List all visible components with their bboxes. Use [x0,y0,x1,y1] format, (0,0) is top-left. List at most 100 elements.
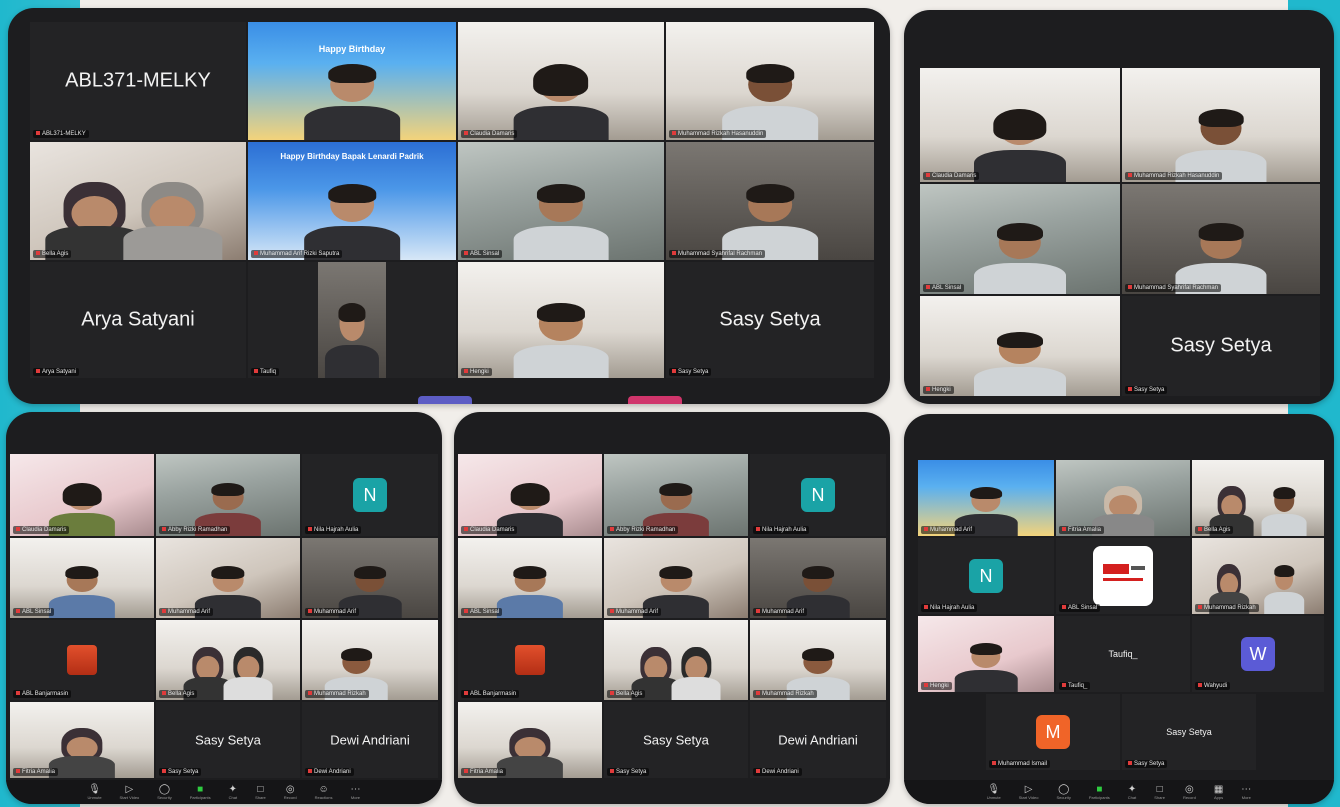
participant-tile[interactable]: N Nila Hajrah Aulia [302,454,438,536]
security-button[interactable]: ◯ Security [1056,784,1070,801]
participant-tile[interactable]: Hengki [918,616,1054,692]
participant-tile[interactable]: Sasy Setya Sasy Setya [1122,296,1320,396]
apps-button[interactable]: ▦ Apps [1214,784,1223,801]
participant-tile[interactable]: Abby Rizki Ramadhan [604,454,748,536]
participants-button[interactable]: ■ Participants [190,784,211,801]
reactions-button[interactable]: ☺ Reactions [315,784,333,801]
participant-tile[interactable]: Muhammad Rizkah [1192,538,1324,614]
participant-tile[interactable]: Claudia Damaris [920,68,1120,182]
participants-button[interactable]: ■ Participants [1089,784,1110,801]
participant-label: Muhammad Arif [305,608,360,616]
participant-tile[interactable]: Sasy Setya Sasy Setya [1122,694,1256,770]
meeting-toolbar: 🎙 Unmute ▷ Start Video ◯ Security ■ Particip… [904,780,1334,804]
participant-name: Sasy Setya [1170,334,1272,357]
participant-tile[interactable]: Muhammad Arif [604,538,748,618]
participant-tile[interactable]: N Nila Hajrah Aulia [918,538,1054,614]
chat-icon: ✦ [1127,783,1137,795]
participant-name: Arya Satyani [81,308,195,331]
participant-tile[interactable]: Dewi Andriani Dewi Andriani [302,702,438,778]
mute-button[interactable]: 🎙 Unmute [987,784,1001,801]
participant-tile[interactable]: Muhammad Rizkah [750,620,886,700]
participant-label: Muhammad Arif [159,608,214,616]
share-button[interactable]: □ Share [1154,784,1165,801]
participant-tile[interactable]: Claudia Damaris [458,22,664,140]
participant-tile[interactable]: N Nila Hajrah Aulia [750,454,886,536]
participant-label: ABL Sinsal [461,250,503,258]
record-hover-bar[interactable] [628,396,682,404]
participant-tile[interactable]: ABL371-MELKY ABL371-MELKY [30,22,246,140]
share-hover-bar[interactable] [418,396,472,404]
participant-tile[interactable]: Sasy Setya Sasy Setya [666,262,874,378]
participant-avatar: M [1036,715,1070,749]
participant-video [1264,565,1305,614]
participant-tile[interactable]: Fitria Amalia [1056,460,1190,536]
participant-label: Muhammad Arif Rizki Saputra [251,250,343,258]
participant-tile[interactable]: Sasy Setya Sasy Setya [156,702,300,778]
video-button[interactable]: ▷ Start Video [120,784,140,801]
participant-label: ABL Sinsal [1059,604,1101,612]
participant-tile[interactable]: Muhammad Syahrifal Rachman [1122,184,1320,294]
participant-label: Claudia Damaris [923,172,980,180]
participant-tile[interactable]: Hengki [458,262,664,378]
participant-tile[interactable]: Muhammad Rizkah Hasanuddin [666,22,874,140]
participant-tile[interactable]: Fitria Amalia [10,702,154,778]
participant-video [48,566,116,618]
chat-button[interactable]: ✦ Chat [1128,784,1136,801]
participant-tile[interactable]: Muhammad Rizkah Hasanuddin [1122,68,1320,182]
participant-tile[interactable]: ABL Sinsal [458,142,664,260]
record-button[interactable]: ◎ Record [284,784,297,801]
participant-tile[interactable]: Muhammad Rizkah [302,620,438,700]
participant-tile[interactable]: Muhammad Arif [302,538,438,618]
security-button[interactable]: ◯ Security [157,784,171,801]
participant-label: Hengki [921,682,952,690]
participant-tile[interactable]: Muhammad Syahrifal Rachman [666,142,874,260]
participant-tile[interactable]: Happy Birthday [248,22,456,140]
participant-label: Taufiq_ [1059,682,1091,690]
participant-video [324,303,380,378]
chat-button[interactable]: ✦ Chat [229,784,237,801]
participant-label: Dewi Andriani [753,768,802,776]
participant-tile[interactable]: ABL Sinsal [1056,538,1190,614]
participant-tile[interactable]: Muhammad Arif [750,538,886,618]
participant-tile[interactable]: Happy Birthday Bapak Lenardi Padrik Muha… [248,142,456,260]
more-button[interactable]: ⋯ More [1241,784,1251,801]
participant-tile[interactable]: Taufiq [248,262,456,378]
participant-avatar: N [801,478,835,512]
participant-tile[interactable]: Muhammad Arif [918,460,1054,536]
participant-tile[interactable]: Hengki [920,296,1120,396]
participant-tile[interactable]: ABL Banjarmasin [458,620,602,700]
participant-tile[interactable]: Bella Agis [604,620,748,700]
more-button[interactable]: ⋯ More [350,784,360,801]
participant-tile[interactable]: Fitria Amalia [458,702,602,778]
participant-tile[interactable]: Claudia Damaris [458,454,602,536]
participant-name: Sasy Setya [719,308,821,331]
participant-label: Muhammad Rizkah Hasanuddin [1125,172,1223,180]
participant-tile[interactable]: Abby Rizki Ramadhan [156,454,300,536]
participant-tile[interactable]: Bella Agis [156,620,300,700]
participant-tile[interactable]: ABL Sinsal [458,538,602,618]
share-button[interactable]: □ Share [255,784,266,801]
record-button[interactable]: ◎ Record [1183,784,1196,801]
mute-button[interactable]: 🎙 Unmute [88,784,102,801]
participant-tile[interactable]: Claudia Damaris [10,454,154,536]
participant-tile[interactable]: ABL Sinsal [10,538,154,618]
participant-tile[interactable]: Sasy Setya Sasy Setya [604,702,748,778]
participant-tile[interactable]: Taufiq_ Taufiq_ [1056,616,1190,692]
birthday-banner: Happy Birthday Bapak Lenardi Padrik [280,152,424,161]
participant-tile[interactable]: Muhammad Arif [156,538,300,618]
record-icon: ◎ [1185,783,1194,795]
participant-tile[interactable]: Arya Satyani Arya Satyani [30,262,246,378]
participant-tile[interactable]: ABL Sinsal [920,184,1120,294]
participant-tile[interactable]: ABL Banjarmasin [10,620,154,700]
participant-video [513,183,609,260]
video-button[interactable]: ▷ Start Video [1019,784,1039,801]
participant-name: Dewi Andriani [778,732,858,748]
participant-video [671,647,721,700]
participant-tile[interactable]: Dewi Andriani Dewi Andriani [750,702,886,778]
meeting-toolbar: 🎙 Unmute ▷ Start Video ◯ Security ■ Particip… [6,780,442,804]
participant-tile[interactable]: Bella Agis [30,142,246,260]
participant-tile[interactable]: M Muhammad Ismail [986,694,1120,770]
participant-video [496,728,564,778]
participant-tile[interactable]: Bella Agis [1192,460,1324,536]
participant-tile[interactable]: W Wahyudi [1192,616,1324,692]
